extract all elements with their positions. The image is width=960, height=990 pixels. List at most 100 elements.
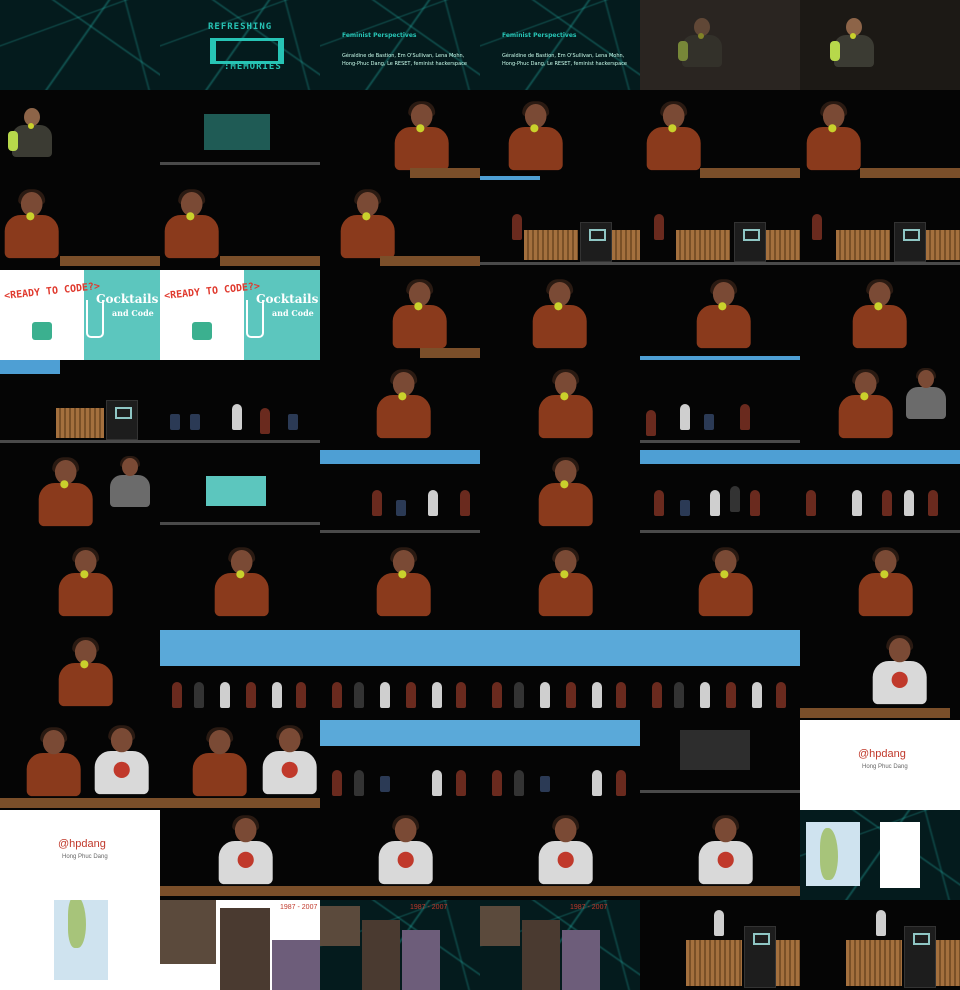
frame-r8c3[interactable] <box>320 630 480 720</box>
frame-r10c4[interactable] <box>480 810 640 900</box>
stage-screen <box>204 114 270 150</box>
frame-r2c4[interactable] <box>480 90 640 180</box>
frame-r6c6[interactable] <box>800 450 960 540</box>
frame-r10c3[interactable] <box>320 810 480 900</box>
frame-r7c5[interactable] <box>640 540 800 630</box>
frame-r6c4[interactable] <box>480 450 640 540</box>
frame-r11c4[interactable]: 1987 - 2007 <box>480 900 640 990</box>
frame-r8c5[interactable] <box>640 630 800 720</box>
feminist-names: Géraldine de Bastion, Em O'Sullivan, Len… <box>342 53 467 67</box>
frame-r5c3[interactable] <box>320 360 480 450</box>
frame-r4c4[interactable] <box>480 270 640 360</box>
frame-r4c6[interactable] <box>800 270 960 360</box>
frame-r6c2[interactable] <box>160 450 320 540</box>
panelist-mini <box>750 490 760 516</box>
frame-r1c1[interactable] <box>0 0 160 90</box>
frame-r11c5[interactable] <box>640 900 800 990</box>
panelist-mini <box>710 490 720 516</box>
frame-r8c4[interactable] <box>480 630 640 720</box>
frame-r3c5[interactable] <box>640 180 800 270</box>
frame-r2c6[interactable] <box>800 90 960 180</box>
panelist-mini <box>406 682 416 708</box>
speaker-figure <box>56 637 115 707</box>
handle-name-text: Hong Phuc Dang <box>62 854 108 860</box>
speaker-mini <box>812 214 822 240</box>
frame-r3c6[interactable] <box>800 180 960 270</box>
frame-r11c6[interactable] <box>800 900 960 990</box>
photo <box>160 900 216 964</box>
frame-r3c1[interactable] <box>0 180 160 270</box>
frame-r8c1[interactable] <box>0 630 160 720</box>
desk <box>410 168 480 178</box>
frame-r1c5[interactable] <box>640 0 800 90</box>
frame-r1c2[interactable]: REFRESHING :MEMORIES <box>160 0 320 90</box>
frame-r2c2[interactable] <box>160 90 320 180</box>
frame-r9c5[interactable] <box>640 720 800 810</box>
panelist-mini <box>726 682 736 708</box>
frame-r5c4[interactable] <box>480 360 640 450</box>
panelist-mini <box>752 682 762 708</box>
frame-r7c2[interactable] <box>160 540 320 630</box>
frame-r3c2[interactable] <box>160 180 320 270</box>
desk <box>640 886 800 896</box>
panelist-mini <box>460 490 470 516</box>
panelist-mini <box>354 682 364 708</box>
lectern <box>106 400 138 440</box>
speaker-figure <box>8 108 54 157</box>
photo <box>402 930 440 990</box>
frame-r10c5[interactable] <box>640 810 800 900</box>
frame-r5c1[interactable] <box>0 360 160 450</box>
frame-r5c6[interactable] <box>800 360 960 450</box>
frame-r2c5[interactable] <box>640 90 800 180</box>
panelist-mini <box>700 682 710 708</box>
frame-r11c3[interactable]: 1987 - 2007 <box>320 900 480 990</box>
frame-r7c4[interactable] <box>480 540 640 630</box>
frame-r10c1[interactable]: @hpdang Hong Phuc Dang <box>0 810 160 900</box>
frame-r11c1[interactable] <box>0 900 160 990</box>
frame-r2c1[interactable] <box>0 90 160 180</box>
frame-r9c3[interactable] <box>320 720 480 810</box>
speaker-figure <box>374 547 433 617</box>
speaker-figure <box>392 101 451 171</box>
frame-r10c6[interactable] <box>800 810 960 900</box>
desk <box>60 256 160 266</box>
wood-podium <box>686 940 742 986</box>
wood-podium <box>936 940 960 986</box>
frame-r2c3[interactable] <box>320 90 480 180</box>
speaker-mini <box>512 214 522 240</box>
speaker-figure <box>190 727 249 797</box>
frame-r9c6[interactable]: @hpdang Hong Phuc Dang <box>800 720 960 810</box>
frame-r6c5[interactable] <box>640 450 800 540</box>
frame-r4c2[interactable]: <READY TO CODE?> Cocktails and Code <box>160 270 320 360</box>
frame-r1c3[interactable]: Feminist Perspectives Géraldine de Basti… <box>320 0 480 90</box>
frame-r8c2[interactable] <box>160 630 320 720</box>
frame-r9c4[interactable] <box>480 720 640 810</box>
frame-r9c2[interactable] <box>160 720 320 810</box>
panelist-mini <box>616 682 626 708</box>
frame-r5c2[interactable] <box>160 360 320 450</box>
frame-r4c3[interactable] <box>320 270 480 360</box>
desk <box>420 348 480 358</box>
frame-r11c2[interactable]: 1987 - 2007 <box>160 900 320 990</box>
speaker-figure <box>830 18 876 67</box>
frame-r7c6[interactable] <box>800 540 960 630</box>
frame-r4c5[interactable] <box>640 270 800 360</box>
frame-r1c6[interactable] <box>800 0 960 90</box>
frame-r1c4[interactable]: Feminist Perspectives Géraldine de Basti… <box>480 0 640 90</box>
frame-r9c1[interactable] <box>0 720 160 810</box>
frame-r6c3[interactable] <box>320 450 480 540</box>
frame-r3c4[interactable] <box>480 180 640 270</box>
frame-r4c1[interactable]: <READY TO CODE?> Cocktails and Code <box>0 270 160 360</box>
frame-r8c6[interactable] <box>800 630 960 720</box>
frame-r5c5[interactable] <box>640 360 800 450</box>
panelist-mini <box>456 682 466 708</box>
frame-r7c3[interactable] <box>320 540 480 630</box>
frame-r3c3[interactable] <box>320 180 480 270</box>
panelist-mini <box>246 682 256 708</box>
speaker-figure <box>212 547 271 617</box>
frame-r7c1[interactable] <box>0 540 160 630</box>
wood-podium <box>766 230 800 260</box>
frame-r10c2[interactable] <box>160 810 320 900</box>
lectern <box>894 222 926 262</box>
frame-r6c1[interactable] <box>0 450 160 540</box>
